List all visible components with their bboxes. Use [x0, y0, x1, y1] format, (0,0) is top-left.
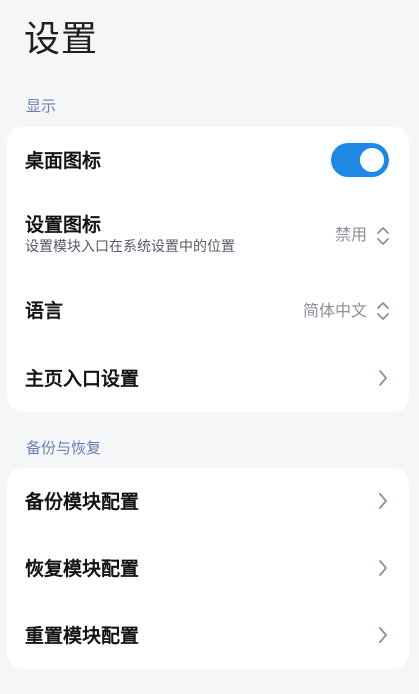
chevron-right-icon	[379, 493, 387, 509]
language-value: 简体中文	[302, 301, 367, 320]
page-title: 设置	[24, 19, 99, 60]
chevron-right-icon	[379, 370, 387, 386]
chevron-right-icon	[379, 560, 387, 576]
chevron-right-icon	[379, 627, 387, 643]
backup-module-config-label: 备份模块配置	[25, 491, 140, 513]
desktop-icon-label: 桌面图标	[25, 150, 102, 172]
home-entry-settings-row[interactable]: 主页入口设置	[7, 345, 409, 412]
desktop-icon-toggle[interactable]	[331, 143, 389, 177]
reset-module-config-label: 重置模块配置	[25, 625, 140, 647]
settings-icon-row[interactable]: 设置图标 设置模块入口在系统设置中的位置 禁用	[7, 197, 409, 273]
settings-icon-value: 禁用	[334, 225, 367, 244]
desktop-icon-row: 桌面图标	[7, 127, 409, 194]
restore-module-config-row[interactable]: 恢复模块配置	[7, 535, 409, 602]
backup-module-config-row[interactable]: 备份模块配置	[7, 468, 409, 535]
restore-module-config-label: 恢复模块配置	[25, 558, 140, 580]
home-entry-settings-label: 主页入口设置	[25, 368, 140, 390]
up-down-chevron-icon	[377, 302, 389, 320]
language-label: 语言	[25, 300, 64, 322]
reset-module-config-row[interactable]: 重置模块配置	[7, 602, 409, 669]
language-row[interactable]: 语言 简体中文	[7, 277, 409, 344]
section-title-backup-restore: 备份与恢复	[26, 439, 102, 457]
backup-restore-card: 备份模块配置 恢复模块配置 重置模块配置	[7, 468, 409, 669]
up-down-chevron-icon	[377, 227, 389, 245]
toggle-knob	[360, 148, 384, 172]
section-title-display: 显示	[26, 97, 57, 115]
settings-icon-description: 设置模块入口在系统设置中的位置	[25, 239, 235, 255]
display-settings-card: 桌面图标 设置图标 设置模块入口在系统设置中的位置 禁用 语言 简体中文 主页入…	[7, 127, 409, 412]
settings-icon-label: 设置图标	[25, 214, 102, 236]
